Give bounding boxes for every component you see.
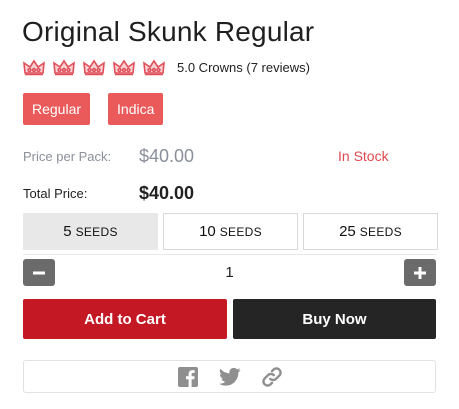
crown-icon — [143, 59, 165, 76]
pack-option-10-seeds[interactable]: 10 SEEDS — [163, 213, 298, 250]
plus-icon — [414, 266, 426, 279]
link-icon[interactable] — [261, 366, 283, 388]
rating: 5.0 Crowns (7 reviews) — [22, 57, 310, 77]
tag-indica[interactable]: Indica — [108, 93, 164, 125]
crown-icon — [83, 59, 105, 76]
crown-icon — [23, 59, 45, 76]
tag-regular[interactable]: Regular — [23, 93, 91, 125]
pack-option-unit: SEEDS — [75, 224, 118, 239]
add-to-cart-button[interactable]: Add to Cart — [23, 299, 227, 339]
quantity-decrease-button[interactable] — [23, 259, 55, 286]
quantity-input[interactable] — [63, 259, 396, 286]
twitter-icon[interactable] — [218, 366, 241, 388]
pack-option-count: 10 — [199, 223, 216, 240]
pack-option-count: 5 — [63, 223, 72, 240]
share-bar — [23, 360, 436, 393]
buy-now-button[interactable]: Buy Now — [233, 299, 436, 339]
product-panel: Original Skunk Regular 5.0 Crowns (7 rev… — [0, 0, 459, 409]
price-per-pack-value: $40.00 — [139, 146, 195, 166]
price-per-pack-label: Price per Pack: — [23, 149, 112, 164]
pack-option-count: 25 — [339, 223, 356, 240]
rating-summary[interactable]: 5.0 Crowns (7 reviews) — [177, 60, 310, 75]
pack-option-unit: SEEDS — [219, 224, 262, 239]
pack-option-5-seeds[interactable]: 5 SEEDS — [23, 213, 158, 250]
total-price-value: $40.00 — [139, 183, 195, 203]
rating-crowns — [22, 58, 166, 76]
total-price-label: Total Price: — [23, 186, 88, 201]
crown-icon — [53, 59, 75, 76]
quantity-increase-button[interactable] — [404, 259, 436, 286]
pack-option-unit: SEEDS — [359, 224, 402, 239]
facebook-icon[interactable] — [177, 366, 199, 388]
minus-icon — [33, 271, 45, 274]
pack-size-selector: 5 SEEDS 10 SEEDS 25 SEEDS — [23, 213, 438, 250]
product-title: Original Skunk Regular — [22, 16, 315, 47]
strain-tags: Regular Indica — [23, 93, 164, 125]
crown-icon — [113, 59, 135, 76]
pack-option-25-seeds[interactable]: 25 SEEDS — [303, 213, 438, 250]
quantity-stepper — [23, 254, 436, 286]
stock-status: In Stock — [338, 148, 389, 164]
